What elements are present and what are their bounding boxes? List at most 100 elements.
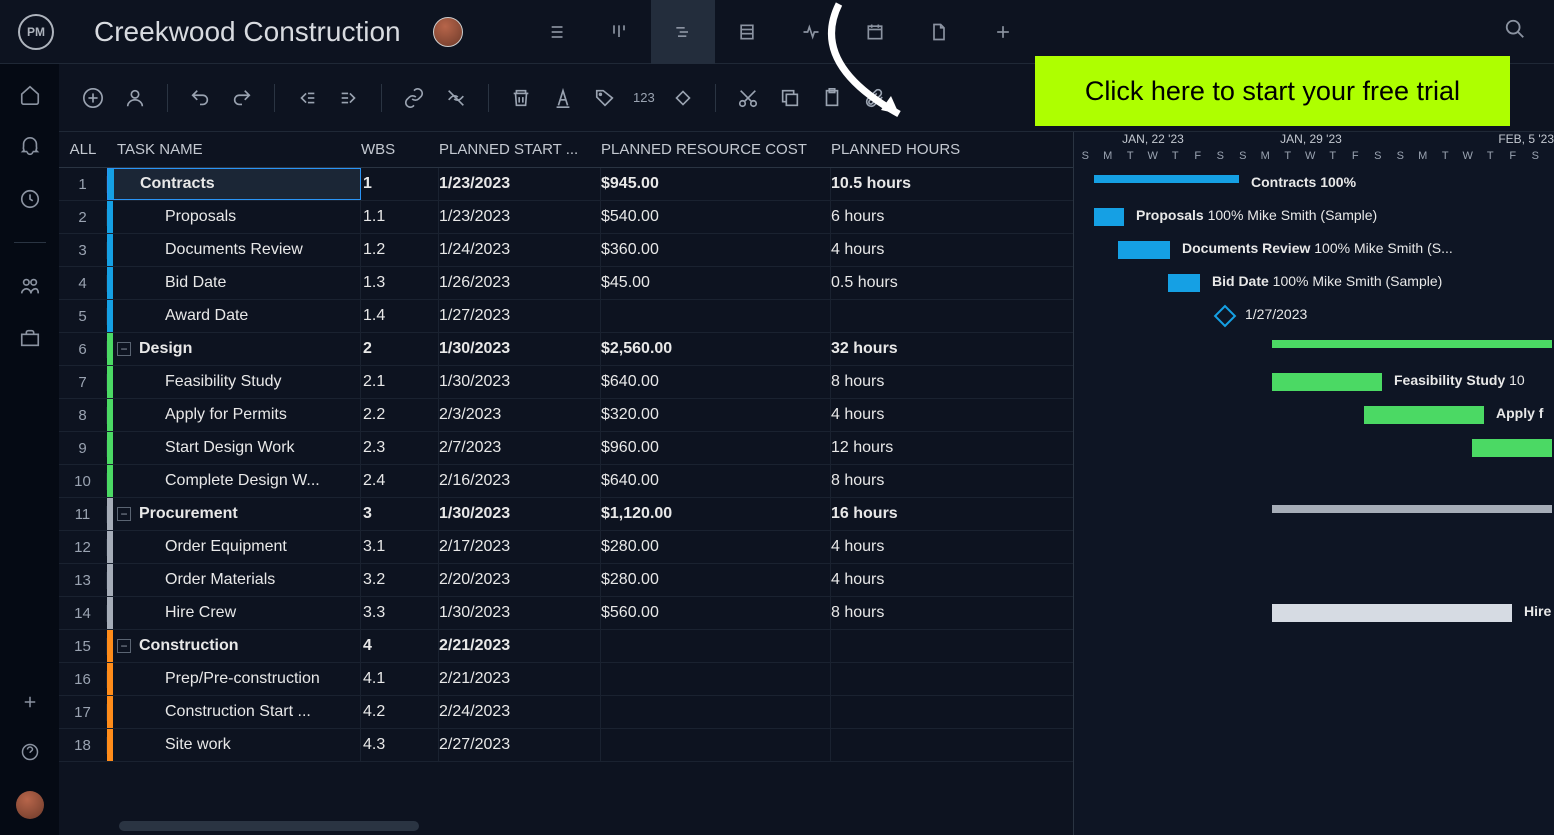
gantt-row[interactable] bbox=[1074, 729, 1554, 762]
task-row[interactable]: 6 − Design 2 1/30/2023 $2,560.00 32 hour… bbox=[59, 333, 1073, 366]
hours-cell[interactable]: 32 hours bbox=[831, 333, 1073, 365]
hours-cell[interactable] bbox=[831, 630, 1073, 662]
cost-cell[interactable]: $320.00 bbox=[601, 399, 831, 431]
gantt-task-bar[interactable] bbox=[1118, 241, 1170, 259]
tag-button[interactable] bbox=[591, 84, 619, 112]
start-cell[interactable]: 2/3/2023 bbox=[439, 399, 601, 431]
hours-cell[interactable]: 4 hours bbox=[831, 564, 1073, 596]
cost-cell[interactable]: $280.00 bbox=[601, 564, 831, 596]
col-wbs[interactable]: WBS bbox=[361, 132, 439, 167]
indent-button[interactable] bbox=[335, 84, 363, 112]
task-row[interactable]: 17 Construction Start ... 4.2 2/24/2023 bbox=[59, 696, 1073, 729]
cost-cell[interactable]: $360.00 bbox=[601, 234, 831, 266]
wbs-cell[interactable]: 4.2 bbox=[361, 696, 439, 728]
cost-cell[interactable]: $280.00 bbox=[601, 531, 831, 563]
briefcase-icon[interactable] bbox=[19, 327, 41, 349]
cost-cell[interactable]: $945.00 bbox=[601, 168, 831, 200]
col-all[interactable]: ALL bbox=[59, 132, 107, 167]
gantt-row[interactable] bbox=[1074, 531, 1554, 564]
col-planned-start[interactable]: PLANNED START ... bbox=[439, 132, 601, 167]
task-row[interactable]: 9 Start Design Work 2.3 2/7/2023 $960.00… bbox=[59, 432, 1073, 465]
view-board-icon[interactable] bbox=[587, 0, 651, 64]
app-logo[interactable]: PM bbox=[18, 14, 54, 50]
wbs-cell[interactable]: 3 bbox=[361, 498, 439, 530]
project-title[interactable]: Creekwood Construction bbox=[94, 16, 401, 48]
unlink-button[interactable] bbox=[442, 84, 470, 112]
cut-button[interactable] bbox=[734, 84, 762, 112]
help-icon[interactable] bbox=[19, 741, 41, 763]
copy-button[interactable] bbox=[776, 84, 804, 112]
col-task-name[interactable]: TASK NAME bbox=[107, 132, 361, 167]
milestone-button[interactable] bbox=[669, 84, 697, 112]
assign-user-button[interactable] bbox=[121, 84, 149, 112]
cost-cell[interactable]: $540.00 bbox=[601, 201, 831, 233]
task-row[interactable]: 16 Prep/Pre-construction 4.1 2/21/2023 bbox=[59, 663, 1073, 696]
gantt-row[interactable] bbox=[1074, 564, 1554, 597]
start-cell[interactable]: 1/27/2023 bbox=[439, 300, 601, 332]
start-cell[interactable]: 1/30/2023 bbox=[439, 498, 601, 530]
cost-cell[interactable]: $640.00 bbox=[601, 366, 831, 398]
cost-cell[interactable] bbox=[601, 630, 831, 662]
horizontal-scrollbar[interactable] bbox=[119, 821, 419, 831]
cost-cell[interactable]: $960.00 bbox=[601, 432, 831, 464]
wbs-cell[interactable]: 3.2 bbox=[361, 564, 439, 596]
hours-cell[interactable]: 8 hours bbox=[831, 366, 1073, 398]
hours-cell[interactable]: 8 hours bbox=[831, 597, 1073, 629]
gantt-task-bar[interactable] bbox=[1094, 208, 1124, 226]
task-row[interactable]: 5 Award Date 1.4 1/27/2023 bbox=[59, 300, 1073, 333]
undo-button[interactable] bbox=[186, 84, 214, 112]
wbs-cell[interactable]: 1 bbox=[361, 168, 439, 200]
start-cell[interactable]: 2/20/2023 bbox=[439, 564, 601, 596]
gantt-summary-bar[interactable] bbox=[1272, 340, 1552, 348]
gantt-row[interactable]: Hire bbox=[1074, 597, 1554, 630]
gantt-task-bar[interactable] bbox=[1168, 274, 1200, 292]
start-cell[interactable]: 1/30/2023 bbox=[439, 333, 601, 365]
wbs-cell[interactable]: 2.1 bbox=[361, 366, 439, 398]
home-icon[interactable] bbox=[19, 84, 41, 106]
task-row[interactable]: 14 Hire Crew 3.3 1/30/2023 $560.00 8 hou… bbox=[59, 597, 1073, 630]
notifications-icon[interactable] bbox=[19, 136, 41, 158]
start-cell[interactable]: 2/16/2023 bbox=[439, 465, 601, 497]
cost-cell[interactable]: $640.00 bbox=[601, 465, 831, 497]
task-name-cell[interactable]: − Procurement bbox=[107, 498, 361, 530]
gantt-row[interactable] bbox=[1074, 630, 1554, 663]
project-avatar[interactable] bbox=[433, 17, 463, 47]
expander-icon[interactable]: − bbox=[117, 507, 131, 521]
hours-cell[interactable]: 12 hours bbox=[831, 432, 1073, 464]
gantt-row[interactable]: Apply f bbox=[1074, 399, 1554, 432]
task-row[interactable]: 3 Documents Review 1.2 1/24/2023 $360.00… bbox=[59, 234, 1073, 267]
view-calendar-icon[interactable] bbox=[843, 0, 907, 64]
number-button[interactable]: 123 bbox=[633, 84, 655, 112]
add-icon[interactable] bbox=[19, 691, 41, 713]
cost-cell[interactable] bbox=[601, 663, 831, 695]
start-cell[interactable]: 2/27/2023 bbox=[439, 729, 601, 761]
view-add-icon[interactable] bbox=[971, 0, 1035, 64]
task-name-cell[interactable]: Order Materials bbox=[107, 564, 361, 596]
task-name-cell[interactable]: Complete Design W... bbox=[107, 465, 361, 497]
col-planned-cost[interactable]: PLANNED RESOURCE COST bbox=[601, 132, 831, 167]
hours-cell[interactable]: 8 hours bbox=[831, 465, 1073, 497]
task-row[interactable]: 15 − Construction 4 2/21/2023 bbox=[59, 630, 1073, 663]
task-row[interactable]: 10 Complete Design W... 2.4 2/16/2023 $6… bbox=[59, 465, 1073, 498]
cost-cell[interactable]: $2,560.00 bbox=[601, 333, 831, 365]
task-name-cell[interactable]: − Construction bbox=[107, 630, 361, 662]
hours-cell[interactable]: 4 hours bbox=[831, 531, 1073, 563]
start-cell[interactable]: 2/24/2023 bbox=[439, 696, 601, 728]
gantt-task-bar[interactable] bbox=[1272, 604, 1512, 622]
search-icon[interactable] bbox=[1504, 18, 1526, 45]
people-icon[interactable] bbox=[19, 275, 41, 297]
gantt-row[interactable]: Bid Date 100% Mike Smith (Sample) bbox=[1074, 267, 1554, 300]
task-row[interactable]: 8 Apply for Permits 2.2 2/3/2023 $320.00… bbox=[59, 399, 1073, 432]
wbs-cell[interactable]: 1.2 bbox=[361, 234, 439, 266]
task-name-cell[interactable]: Apply for Permits bbox=[107, 399, 361, 431]
cost-cell[interactable]: $45.00 bbox=[601, 267, 831, 299]
gantt-row[interactable]: Contracts 100% bbox=[1074, 168, 1554, 201]
cost-cell[interactable] bbox=[601, 300, 831, 332]
view-pulse-icon[interactable] bbox=[779, 0, 843, 64]
task-name-cell[interactable]: Feasibility Study bbox=[107, 366, 361, 398]
wbs-cell[interactable]: 1.1 bbox=[361, 201, 439, 233]
task-row[interactable]: 11 − Procurement 3 1/30/2023 $1,120.00 1… bbox=[59, 498, 1073, 531]
wbs-cell[interactable]: 3.3 bbox=[361, 597, 439, 629]
start-cell[interactable]: 1/26/2023 bbox=[439, 267, 601, 299]
start-cell[interactable]: 1/30/2023 bbox=[439, 366, 601, 398]
